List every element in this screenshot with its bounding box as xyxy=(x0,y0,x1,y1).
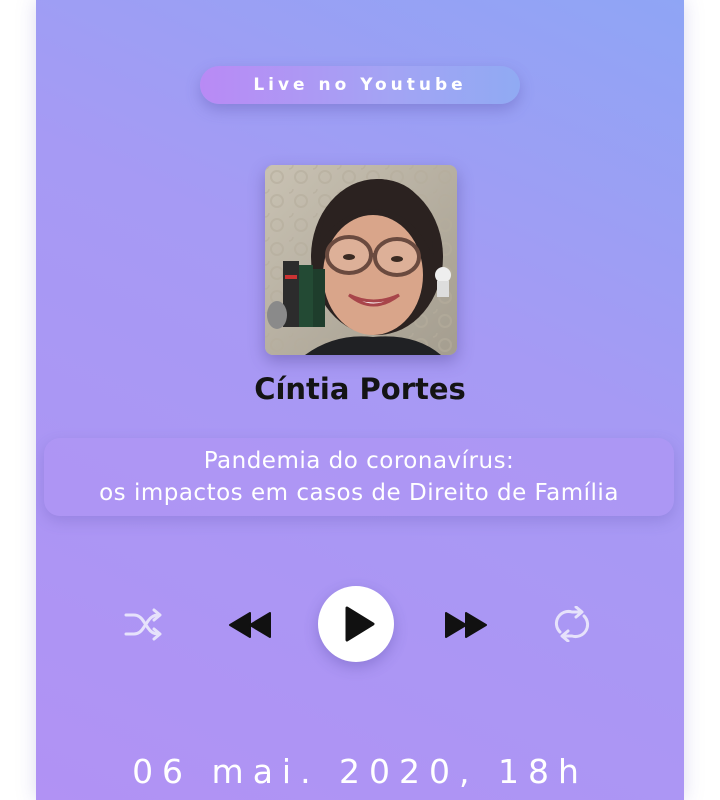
event-date: 06 mai. 2020, 18h xyxy=(132,752,588,791)
rewind-icon[interactable] xyxy=(228,610,272,640)
player-card: Live no Youtube Cíntia Portes Pandemia d… xyxy=(36,0,684,800)
shuffle-icon[interactable] xyxy=(124,606,164,642)
play-icon xyxy=(345,606,375,642)
topic-line-2: os impactos em casos de Direito de Famíl… xyxy=(99,480,619,506)
repeat-icon[interactable] xyxy=(550,605,594,643)
speaker-photo xyxy=(265,165,457,355)
fast-forward-icon[interactable] xyxy=(444,610,488,640)
topic-line-1: Pandemia do coronavírus: xyxy=(203,448,515,474)
live-badge-label: Live no Youtube xyxy=(253,75,467,95)
playback-controls xyxy=(36,580,684,670)
speaker-name: Cíntia Portes xyxy=(254,372,466,406)
play-button[interactable] xyxy=(318,586,394,662)
topic-banner: Pandemia do coronavírus: os impactos em … xyxy=(44,438,674,516)
live-badge[interactable]: Live no Youtube xyxy=(200,66,520,104)
